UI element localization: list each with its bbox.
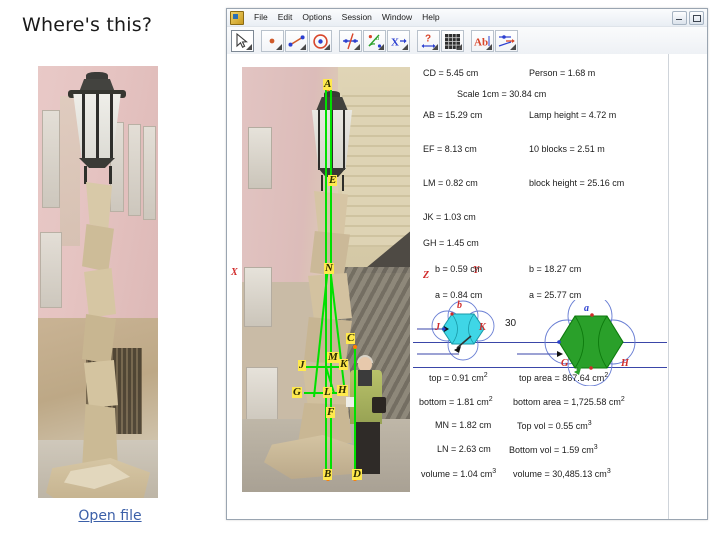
measure-top-area-real: top area = 867.64 cm2 [519, 372, 609, 383]
measure-a-small: a = 0.84 cm [435, 290, 483, 300]
measure-bottom-vol: Bottom vol = 1.59 cm3 [509, 444, 598, 455]
window-controls [672, 11, 704, 25]
measure-lm: LM = 0.82 cm [423, 178, 478, 188]
lamp-rib [96, 94, 99, 160]
menu-item-edit[interactable]: Edit [273, 9, 298, 26]
menu-item-help[interactable]: Help [417, 9, 444, 26]
svg-text:Ab: Ab [474, 36, 488, 48]
perpendicular-line-tool-button[interactable] [339, 29, 362, 52]
construction-overlay [304, 87, 357, 481]
point-label-G: G [292, 386, 302, 398]
open-file-link[interactable]: Open file [78, 508, 141, 524]
point-label-L: L [323, 386, 332, 398]
measure-cd: CD = 5.45 cm [423, 68, 479, 78]
measure-b-small: b = 0.59 cm [435, 264, 483, 274]
svg-text:X: X [391, 36, 399, 48]
menu-item-file[interactable]: File [249, 9, 273, 26]
measure-scale: Scale 1cm = 30.84 cm [457, 89, 547, 99]
hexagon-label-J: J [435, 322, 440, 333]
measure-bottom-area-real: bottom area = 1,725.58 cm2 [513, 396, 625, 407]
svg-text:?: ? [425, 33, 431, 44]
hexagon-label-K: K [479, 322, 486, 333]
lamp-leg [109, 166, 112, 184]
point-label-N: N [324, 262, 334, 274]
geometry-application-window: File Edit Options Session Window Help a … [226, 8, 708, 520]
page-title: Where's this? [22, 14, 153, 36]
grid-tool-button[interactable] [441, 29, 464, 52]
measure-jk: JK = 1.03 cm [423, 212, 476, 222]
point-label-D: D [352, 468, 362, 480]
measure-mn: MN = 1.82 cm [435, 420, 492, 430]
measure-person: Person = 1.68 m [529, 68, 596, 78]
toolbar: a X ? Ab [227, 27, 707, 55]
text-tool-button[interactable]: Ab [471, 29, 494, 52]
right-blank-pane [669, 54, 707, 519]
lamp-leg [84, 166, 87, 184]
lamp-rib [82, 94, 85, 160]
photo-window [143, 126, 156, 220]
svg-text:a: a [376, 35, 379, 42]
measure-ln: LN = 2.63 cm [437, 444, 491, 454]
slider-tool-button[interactable] [495, 29, 518, 52]
measure-volume-small: volume = 1.04 cm3 [421, 468, 497, 479]
measure-b-large: b = 18.27 cm [529, 264, 582, 274]
column-segment [82, 224, 114, 272]
segment-tool-button[interactable] [285, 29, 308, 52]
point-label-F: F [326, 406, 336, 418]
point-label-A: A [323, 78, 333, 90]
measure-bottom-area-small: bottom = 1.81 cm2 [419, 396, 493, 407]
hexagon-label-b: b [457, 300, 462, 311]
point-label-B: B [323, 468, 333, 480]
point-label-H: H [337, 384, 348, 396]
measure-top-area-small: top = 0.91 cm2 [429, 372, 488, 383]
reflect-tool-button[interactable]: X [387, 29, 410, 52]
measure-ab: AB = 15.29 cm [423, 110, 483, 120]
measure-tool-button[interactable]: ? [417, 29, 440, 52]
menu-bar: File Edit Options Session Window Help [227, 9, 707, 27]
hexagon-label-H: H [621, 358, 629, 369]
restore-button[interactable] [689, 11, 704, 25]
column-segment [84, 268, 116, 318]
column-segment [86, 182, 112, 228]
lamp-post-photo [38, 66, 158, 498]
move-tool-button[interactable] [231, 29, 254, 52]
point-label-K: K [339, 358, 349, 370]
point-label-C: C [346, 332, 356, 344]
point-tool-button[interactable] [261, 29, 284, 52]
column-segment [84, 360, 118, 408]
measure-10-blocks: 10 blocks = 2.51 m [529, 144, 605, 154]
minimize-button[interactable] [672, 11, 687, 25]
measure-a-large: a = 25.77 cm [529, 290, 582, 300]
axis-label-X: X [231, 267, 238, 278]
measure-volume-real: volume = 30,485.13 cm3 [513, 468, 611, 479]
measure-ef: EF = 8.13 cm [423, 144, 477, 154]
measure-top-vol: Top vol = 0.55 cm3 [517, 420, 592, 431]
angle-value-label: 30 [505, 318, 517, 329]
photo-window [42, 110, 60, 208]
hexagon-label-a: a [584, 303, 589, 314]
point-label-M: M [327, 351, 339, 363]
lamp-rib [110, 94, 113, 160]
geogebra-icon [230, 10, 244, 25]
measure-block-height: block height = 25.16 cm [529, 178, 625, 188]
circle-tool-button[interactable] [309, 29, 332, 52]
construction-photo[interactable]: A E N C M K J G L H F B D [242, 67, 410, 492]
measurement-panel: CD = 5.45 cm Person = 1.68 m Scale 1cm =… [417, 62, 667, 492]
menu-item-window[interactable]: Window [377, 9, 417, 26]
slide-left-column: Where's this? Open file [0, 0, 225, 540]
menu-item-session[interactable]: Session [337, 9, 377, 26]
photo-window [40, 232, 62, 308]
hexagon-label-G: G [561, 358, 569, 369]
column-segment [82, 314, 116, 364]
angle-tool-button[interactable]: a [363, 29, 386, 52]
measure-gh: GH = 1.45 cm [423, 238, 479, 248]
geometry-work-area[interactable]: A E N C M K J G L H F B D X Z Y CD = 5.4… [227, 54, 707, 519]
photo-window [128, 124, 141, 216]
point-label-J: J [298, 359, 306, 371]
point-label-E: E [328, 174, 338, 186]
measure-lamp-height: Lamp height = 4.72 m [529, 110, 617, 120]
menu-item-options[interactable]: Options [297, 9, 336, 26]
